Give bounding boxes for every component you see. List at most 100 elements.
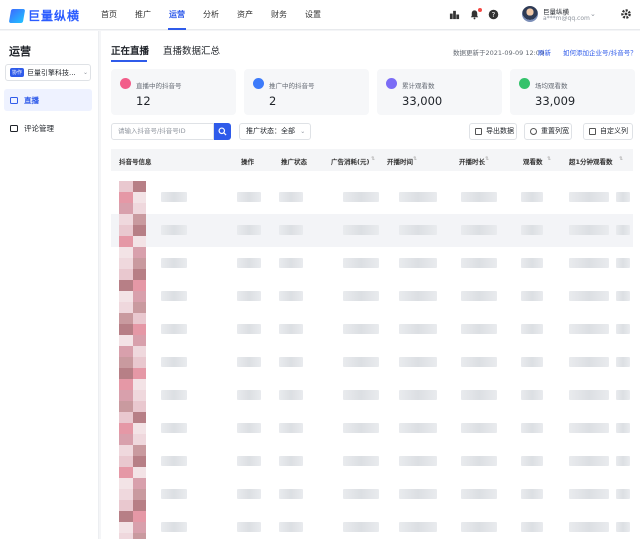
search-input[interactable]: 请输入抖音号/抖音号ID xyxy=(111,123,214,140)
blurred-cell xyxy=(399,225,437,235)
blurred-cell xyxy=(461,423,497,433)
blurred-cell xyxy=(161,489,187,499)
blurred-cell xyxy=(521,390,543,400)
table-row[interactable] xyxy=(111,445,633,478)
help-icon[interactable]: ? xyxy=(488,9,499,20)
sort-icon[interactable]: ⇅ xyxy=(619,156,623,162)
nav-item-finance[interactable]: 财务 xyxy=(262,0,296,30)
custom-columns-button[interactable]: 自定义列 xyxy=(583,123,633,140)
blurred-cell xyxy=(399,357,437,367)
sort-icon[interactable]: ⇅ xyxy=(371,156,375,162)
tab-live-summary[interactable]: 直播数据汇总 xyxy=(163,43,220,57)
blurred-cell xyxy=(343,225,379,235)
reset-label: 重置列宽 xyxy=(541,127,569,135)
stat-value: 12 xyxy=(136,94,151,108)
blurred-cell xyxy=(461,258,497,268)
blurred-cell xyxy=(399,291,437,301)
blurred-cell xyxy=(279,258,303,268)
blurred-cell xyxy=(399,192,437,202)
logo-mark-icon xyxy=(8,8,26,23)
blurred-cell xyxy=(161,225,187,235)
blurred-cell xyxy=(279,291,303,301)
blurred-cell xyxy=(569,192,609,202)
export-icon xyxy=(475,128,482,135)
column-header[interactable]: 超1分钟观看数 xyxy=(569,156,613,166)
table-row[interactable] xyxy=(111,478,633,511)
blurred-cell xyxy=(343,258,379,268)
table-row[interactable] xyxy=(111,214,633,247)
blurred-cell xyxy=(521,324,543,334)
notification-dot xyxy=(478,8,482,12)
column-header[interactable]: 观看数 xyxy=(523,156,543,166)
nav-item-operation[interactable]: 运营 xyxy=(160,0,194,30)
account-selector[interactable]: 协作 巨量引擎科技... ⌄ xyxy=(5,64,91,81)
blurred-cell xyxy=(161,522,187,532)
column-header[interactable]: 开播时间 xyxy=(387,156,413,166)
column-header[interactable]: 广告消耗(元) xyxy=(331,156,369,166)
sort-icon[interactable]: ⇅ xyxy=(413,156,417,162)
leaderboard-icon[interactable] xyxy=(449,9,460,20)
tab-live-now[interactable]: 正在直播 xyxy=(111,43,149,57)
sidebar-item-live[interactable]: 直播 xyxy=(4,89,92,111)
nav-item-settings[interactable]: 设置 xyxy=(296,0,330,30)
bell-icon[interactable] xyxy=(469,8,482,20)
blurred-cell xyxy=(161,324,187,334)
blurred-cell xyxy=(461,390,497,400)
search-button[interactable] xyxy=(214,123,231,140)
refresh-link[interactable]: 刷新 xyxy=(538,47,551,57)
sidebar-item-label: 评论管理 xyxy=(24,123,54,133)
table-row[interactable] xyxy=(111,247,633,280)
blurred-cell xyxy=(161,357,187,367)
blurred-cell xyxy=(461,489,497,499)
blurred-cell xyxy=(521,291,543,301)
blurred-cell xyxy=(521,225,543,235)
blurred-cell xyxy=(279,489,303,499)
avatar[interactable] xyxy=(522,6,538,22)
blurred-cell xyxy=(616,225,630,235)
table-row[interactable] xyxy=(111,511,633,539)
table-row[interactable] xyxy=(111,313,633,346)
gear-icon[interactable] xyxy=(620,8,632,20)
nav-item-analysis[interactable]: 分析 xyxy=(194,0,228,30)
account-avatar-blurred xyxy=(119,445,146,478)
account-name: 巨量引擎科技... xyxy=(27,68,76,77)
column-header[interactable]: 开播时长 xyxy=(459,156,485,166)
blurred-cell xyxy=(399,522,437,532)
chevron-down-icon[interactable]: ⌄ xyxy=(590,10,596,18)
blurred-cell xyxy=(343,456,379,466)
table-row[interactable] xyxy=(111,412,633,445)
stat-label: 场均观看数 xyxy=(535,82,568,90)
blurred-cell xyxy=(343,390,379,400)
live-icon xyxy=(10,96,18,104)
nav-item-assets[interactable]: 资产 xyxy=(228,0,262,30)
sort-icon[interactable]: ⇅ xyxy=(485,156,489,162)
search-icon xyxy=(218,127,227,136)
column-header: 推广状态 xyxy=(281,158,307,166)
blurred-cell xyxy=(616,489,630,499)
blurred-cell xyxy=(279,522,303,532)
reset-width-button[interactable]: 重置列宽 xyxy=(524,123,572,140)
collab-badge: 协作 xyxy=(10,68,25,77)
account-avatar-blurred xyxy=(119,412,146,445)
blurred-cell xyxy=(569,489,609,499)
table-row[interactable] xyxy=(111,379,633,412)
brand-logo[interactable]: 巨量纵横 xyxy=(8,7,80,24)
sort-icon[interactable]: ⇅ xyxy=(547,156,551,162)
blurred-cell xyxy=(279,225,303,235)
blurred-cell xyxy=(161,192,187,202)
nav-item-promotion[interactable]: 推广 xyxy=(126,0,160,30)
blurred-cell xyxy=(569,357,609,367)
account-avatar-blurred xyxy=(119,379,146,412)
export-button[interactable]: 导出数据 xyxy=(469,123,517,140)
add-account-help-link[interactable]: 如何添加企业号/抖音号？ xyxy=(563,47,637,57)
table-row[interactable] xyxy=(111,181,633,214)
nav-item-home[interactable]: 首页 xyxy=(92,0,126,30)
promotion-status-filter[interactable]: 推广状态：全部 ⌄ xyxy=(239,123,311,140)
sidebar-item-comments[interactable]: 评论管理 xyxy=(4,117,92,139)
blurred-cell xyxy=(569,225,609,235)
table-row[interactable] xyxy=(111,346,633,379)
blurred-cell xyxy=(161,456,187,466)
user-icon xyxy=(386,78,397,89)
table-row[interactable] xyxy=(111,280,633,313)
chevron-down-icon: ⌄ xyxy=(83,69,89,76)
